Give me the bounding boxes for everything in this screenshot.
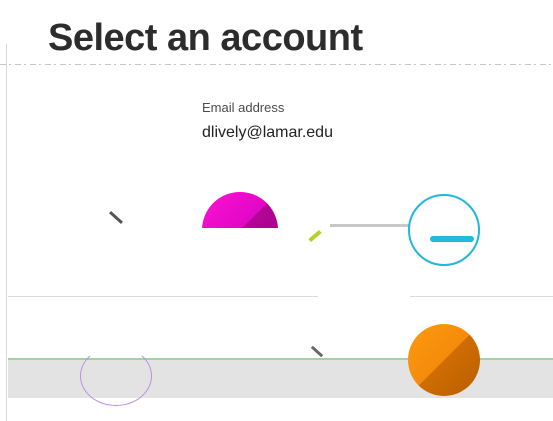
green-mark bbox=[308, 229, 322, 243]
divider bbox=[410, 296, 553, 297]
ring-bar bbox=[430, 236, 474, 242]
ring-icon bbox=[408, 194, 480, 266]
email-label: Email address bbox=[202, 100, 285, 115]
page-title: Select an account bbox=[48, 17, 363, 59]
ring-icon bbox=[80, 346, 152, 406]
email-value: dlively@lamar.edu bbox=[202, 124, 333, 141]
school-avatar-icon bbox=[408, 324, 480, 396]
pen-mark bbox=[310, 345, 324, 358]
divider bbox=[8, 296, 318, 297]
row-fade bbox=[330, 224, 410, 227]
title-rule bbox=[0, 57, 553, 65]
person-avatar-icon bbox=[202, 192, 278, 228]
left-border bbox=[6, 44, 7, 421]
